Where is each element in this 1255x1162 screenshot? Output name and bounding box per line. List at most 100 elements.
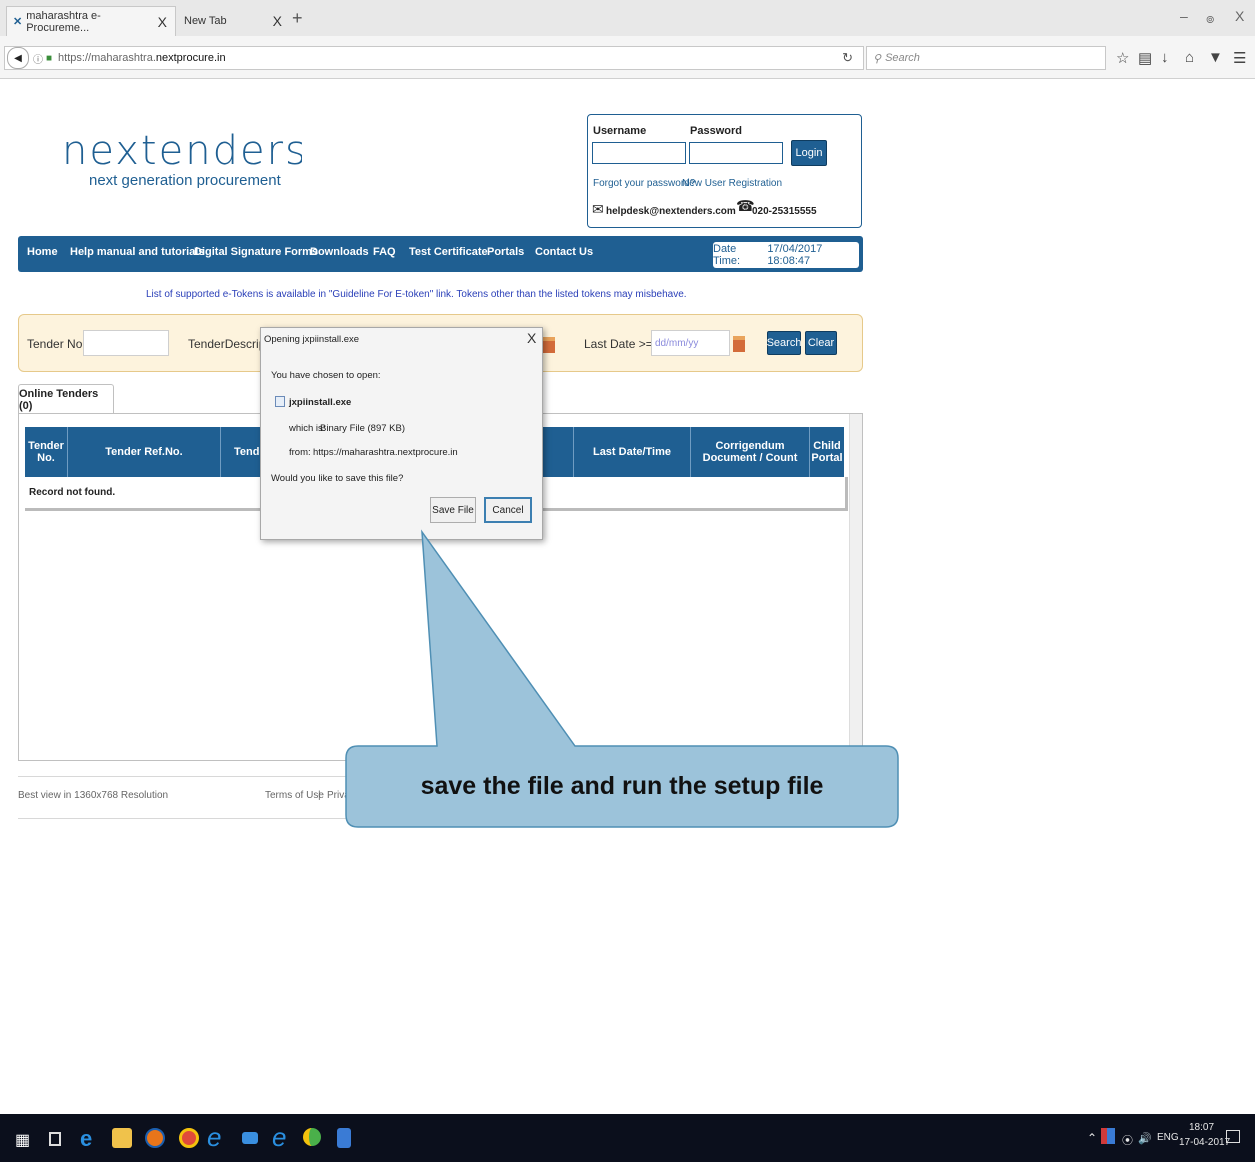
nav-contact-us[interactable]: Contact Us [535, 246, 593, 258]
firefox-icon[interactable] [145, 1128, 165, 1148]
datetime-value: 17/04/2017 18:08:47 [767, 243, 823, 267]
info-icon[interactable]: ⓘ [33, 51, 43, 66]
logo-mark: nextenders [62, 128, 306, 174]
envelope-icon: ✉ [592, 201, 604, 217]
nav-test-certificate[interactable]: Test Certificate [409, 246, 488, 258]
task-view-icon[interactable] [49, 1132, 61, 1146]
password-input[interactable] [689, 142, 783, 164]
password-label: Password [690, 125, 742, 137]
username-label: Username [593, 125, 647, 137]
volume-icon[interactable]: 🔊 [1138, 1132, 1152, 1145]
notifications-icon[interactable] [1226, 1130, 1240, 1143]
reload-icon[interactable]: ↻ [842, 50, 853, 66]
last-date-label: Last Date >= [584, 337, 653, 351]
footer-resolution-note: Best view in 1360x768 Resolution [18, 790, 169, 801]
tender-no-label: Tender No. [27, 337, 86, 351]
dialog-close-button[interactable]: X [527, 330, 536, 346]
date-time-display: Date Time: 17/04/2017 18:08:47 [713, 242, 859, 268]
new-user-registration-link[interactable]: New User Registration [682, 178, 782, 189]
edge-alt-icon[interactable]: e [272, 1122, 286, 1153]
column-header-tender-no[interactable]: Tender No. [25, 427, 67, 477]
favicon-icon: ✕ [13, 16, 23, 28]
search-input[interactable]: ⚲ Search [866, 46, 1106, 70]
exe-file-icon [275, 396, 285, 407]
minimize-button[interactable]: – [1180, 8, 1188, 24]
menu-icon[interactable]: ☰ [1233, 49, 1246, 67]
url-domain: nextprocure.in [155, 52, 226, 64]
search-placeholder: Search [885, 52, 920, 64]
column-header-child-portal[interactable]: Child Portal [810, 427, 844, 477]
language-indicator[interactable]: ENG [1157, 1132, 1179, 1143]
column-header-corrigendum[interactable]: Corrigendum Document / Count [691, 427, 809, 477]
footer-terms-link[interactable]: Terms of Use [265, 790, 324, 801]
login-button[interactable]: Login [791, 140, 827, 166]
site-tagline: next generation procurement [89, 172, 281, 189]
reading-list-icon[interactable]: ▤ [1138, 49, 1152, 67]
bookmark-star-icon[interactable]: ☆ [1116, 49, 1129, 67]
datetime-label: Date Time: [713, 243, 741, 267]
search-button[interactable]: Search [767, 331, 801, 355]
nav-faq[interactable]: FAQ [373, 246, 396, 258]
footer-separator: | [318, 790, 321, 801]
username-input[interactable] [592, 142, 686, 164]
tab-title: maharashtra e-Procureme... [26, 9, 101, 34]
dialog-question: Would you like to save this file? [271, 473, 404, 484]
column-header-last-date[interactable]: Last Date/Time [574, 427, 690, 477]
url-prefix: https://maharashtra. [58, 52, 156, 64]
cancel-button[interactable]: Cancel [484, 497, 532, 523]
mail-icon[interactable] [242, 1132, 258, 1144]
nav-home[interactable]: Home [27, 246, 58, 258]
ie-icon[interactable]: e [207, 1122, 221, 1153]
windows-start-icon[interactable]: ▦ [15, 1130, 30, 1150]
dialog-filename: jxpiinstall.exe [289, 397, 352, 408]
file-explorer-icon[interactable] [112, 1128, 132, 1148]
which-is-value: Binary File (897 KB) [320, 423, 406, 434]
nav-help-manual[interactable]: Help manual and tutorials [70, 246, 204, 258]
search-icon: ⚲ [873, 52, 882, 65]
helpdesk-email[interactable]: helpdesk@nextenders.com [606, 206, 736, 217]
calendar-icon[interactable] [733, 336, 745, 352]
restore-button[interactable]: ๏ [1206, 8, 1215, 30]
etoken-notice: List of supported e-Tokens is available … [146, 289, 687, 300]
from-label: from: [289, 447, 311, 458]
close-window-button[interactable]: X [1235, 8, 1244, 24]
tab-active[interactable]: ✕ maharashtra e-Procureme... X [6, 6, 176, 36]
tender-no-input[interactable] [83, 330, 169, 356]
new-tab-button[interactable]: + [292, 8, 303, 29]
clock-date[interactable]: 17-04-2017 [1179, 1137, 1230, 1148]
nav-digital-signature-forms[interactable]: Digital Signature Forms [194, 246, 318, 258]
pocket-icon[interactable]: ▼ [1208, 49, 1223, 66]
app-icon[interactable] [303, 1128, 321, 1146]
empty-table-message: Record not found. [29, 487, 116, 498]
back-icon[interactable]: ◀ [7, 47, 29, 69]
save-file-button[interactable]: Save File [430, 497, 476, 523]
last-date-input[interactable]: dd/mm/yy [651, 330, 730, 356]
tray-app-icon[interactable] [1101, 1128, 1115, 1144]
tab-close-button[interactable]: X [273, 13, 282, 29]
forgot-password-link[interactable]: Forgot your password? [593, 178, 695, 189]
dialog-chosen-text: You have chosen to open: [271, 370, 381, 381]
column-header-tender-ref[interactable]: Tender Ref.No. [68, 427, 220, 477]
download-icon[interactable]: ↓ [1161, 49, 1169, 66]
lock-icon: ■ [46, 52, 53, 64]
edge-icon[interactable]: e [80, 1126, 92, 1152]
clear-button[interactable]: Clear [805, 331, 837, 355]
tab-new[interactable]: New Tab X [178, 6, 288, 36]
tab-online-tenders[interactable]: Online Tenders (0) [18, 384, 114, 414]
store-icon[interactable] [337, 1128, 351, 1148]
network-icon[interactable]: ⦿ [1122, 1132, 1133, 1148]
nav-downloads[interactable]: Downloads [310, 246, 369, 258]
dialog-title: Opening jxpiinstall.exe [264, 334, 360, 345]
tab-close-button[interactable]: X [158, 14, 167, 30]
column-header-tender-desc[interactable]: Tende [221, 427, 266, 477]
chrome-icon[interactable] [179, 1128, 199, 1148]
logo-text: nextenders [62, 128, 302, 172]
clock-time[interactable]: 18:07 [1189, 1122, 1214, 1133]
tray-expand-icon[interactable]: ⌃ [1087, 1131, 1097, 1145]
calendar-icon[interactable] [543, 337, 555, 353]
url-bar[interactable]: ◀ ⓘ ■ https://maharashtra. nextprocure.in… [4, 46, 864, 70]
table-scrollbar[interactable] [849, 414, 862, 760]
nav-portals[interactable]: Portals [487, 246, 524, 258]
home-icon[interactable]: ⌂ [1185, 49, 1194, 66]
helpdesk-phone: 020-25315555 [752, 206, 817, 217]
